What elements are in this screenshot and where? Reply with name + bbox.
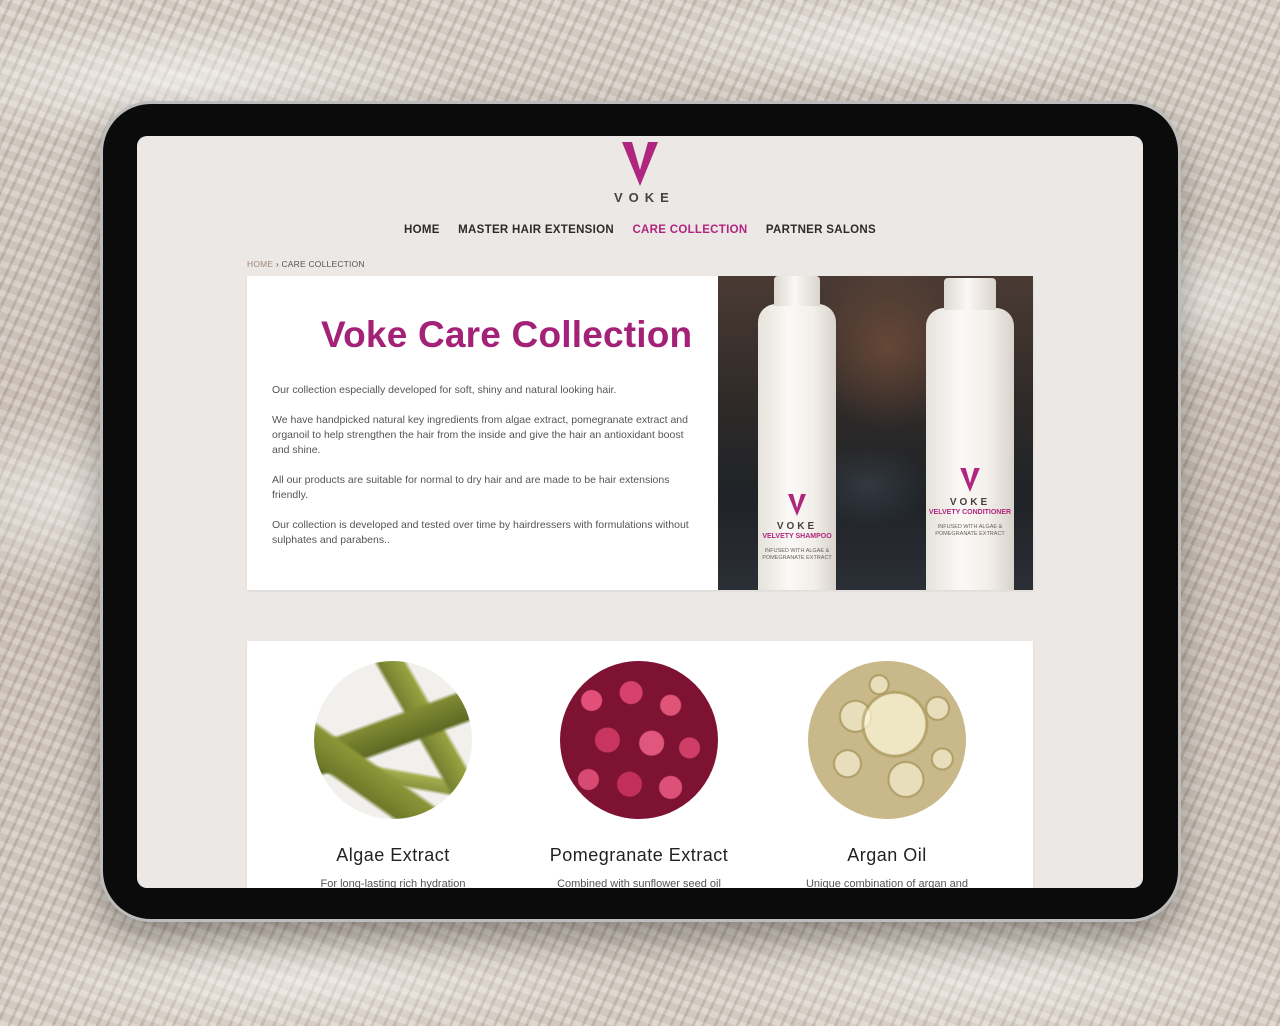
v-logo-icon (622, 142, 658, 186)
ingredient-card-argan: Argan Oil Unique combination of argan an… (767, 661, 1007, 888)
argan-oil-image (808, 661, 966, 819)
ingredient-card-algae: Algae Extract For long-lasting rich hydr… (273, 661, 513, 888)
nav-home[interactable]: HOME (404, 224, 440, 236)
bottle-sub: INFUSED WITH ALGAE & POMEGRANATE EXTRACT (935, 524, 1005, 537)
ingredients-section: Algae Extract For long-lasting rich hydr… (247, 641, 1033, 888)
bottle-brand: VOKE (949, 497, 991, 508)
bottle-sub: INFUSED WITH ALGAE & POMEGRANATE EXTRACT (762, 548, 832, 561)
v-logo-icon (960, 468, 980, 492)
hero-paragraph: Our collection is developed and tested o… (272, 519, 689, 546)
conditioner-bottle: VOKE VELVETY CONDITIONER INFUSED WITH AL… (926, 278, 1014, 590)
hero-paragraph: All our products are suitable for normal… (272, 474, 670, 501)
bottle-brand: VOKE (776, 521, 818, 532)
bottle-name: VELVETY SHAMPOO (762, 533, 832, 540)
v-logo-icon (788, 494, 806, 516)
nav-partner-salons[interactable]: PARTNER SALONS (766, 224, 876, 236)
pomegranate-image (560, 661, 718, 819)
breadcrumb-home[interactable]: HOME (247, 259, 273, 269)
ingredient-desc: For long-lasting rich hydration (320, 878, 466, 888)
ingredient-card-pomegranate: Pomegranate Extract Combined with sunflo… (519, 661, 759, 888)
breadcrumb: HOME › CARE COLLECTION (247, 259, 365, 269)
brand-name: VOKE (614, 190, 675, 205)
hero-description: Our collection especially developed for … (272, 383, 697, 563)
nav-care-collection[interactable]: CARE COLLECTION (632, 224, 747, 236)
main-nav: HOME MASTER HAIR EXTENSION CARE COLLECTI… (137, 220, 1143, 238)
hero-paragraph: Our collection especially developed for … (272, 384, 617, 396)
tablet-screen: VOKE HOME MASTER HAIR EXTENSION CARE COL… (137, 136, 1143, 888)
ingredient-title: Algae Extract (336, 845, 450, 865)
hero-section: Voke Care Collection Our collection espe… (247, 276, 1033, 590)
nav-master-hair-extension[interactable]: MASTER HAIR EXTENSION (458, 224, 614, 236)
page-title: Voke Care Collection (321, 314, 693, 355)
ingredient-title: Argan Oil (847, 845, 927, 865)
breadcrumb-current: CARE COLLECTION (281, 259, 365, 269)
hero-paragraph: We have handpicked natural key ingredien… (272, 414, 688, 456)
voke-logo[interactable]: VOKE (608, 142, 672, 205)
ingredient-title: Pomegranate Extract (549, 845, 729, 865)
breadcrumb-separator: › (275, 259, 279, 269)
ingredient-desc: Unique combination of argan and (805, 878, 969, 888)
ingredient-desc: Combined with sunflower seed oil (557, 878, 721, 888)
product-photo: VOKE VELVETY SHAMPOO INFUSED WITH ALGAE … (718, 276, 1033, 590)
algae-image (314, 661, 472, 819)
shampoo-bottle: VOKE VELVETY SHAMPOO INFUSED WITH ALGAE … (758, 276, 836, 590)
bottle-name: VELVETY CONDITIONER (928, 509, 1012, 516)
